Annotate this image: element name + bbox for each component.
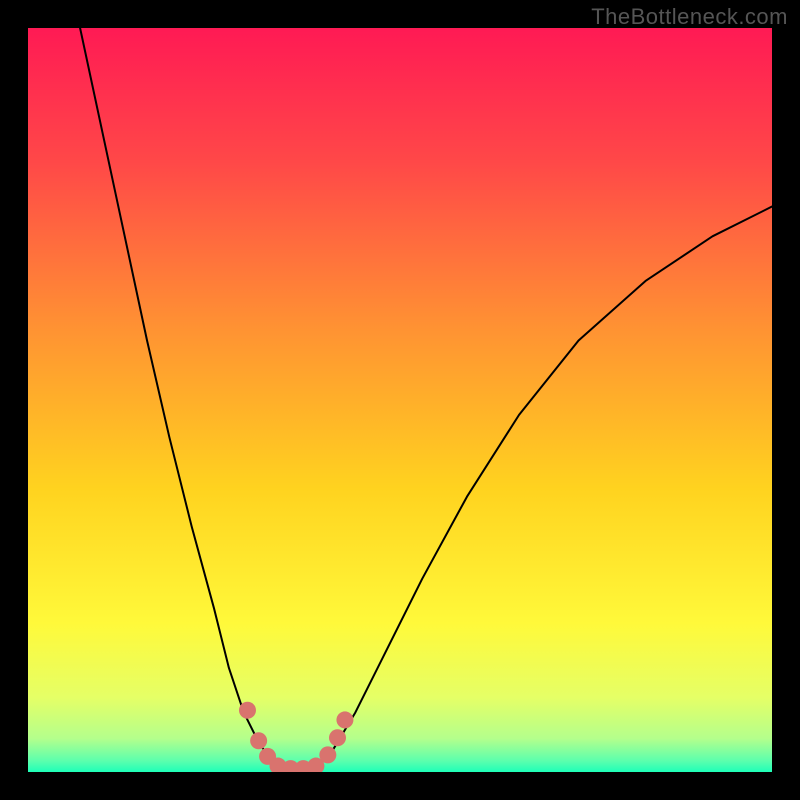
watermark-text: TheBottleneck.com xyxy=(591,4,788,30)
data-marker xyxy=(250,732,267,749)
data-marker xyxy=(329,729,346,746)
plot-area xyxy=(28,28,772,772)
data-marker xyxy=(319,746,336,763)
chart-svg xyxy=(28,28,772,772)
chart-container: TheBottleneck.com xyxy=(0,0,800,800)
data-marker xyxy=(239,702,256,719)
data-marker xyxy=(336,711,353,728)
plot-background xyxy=(28,28,772,772)
